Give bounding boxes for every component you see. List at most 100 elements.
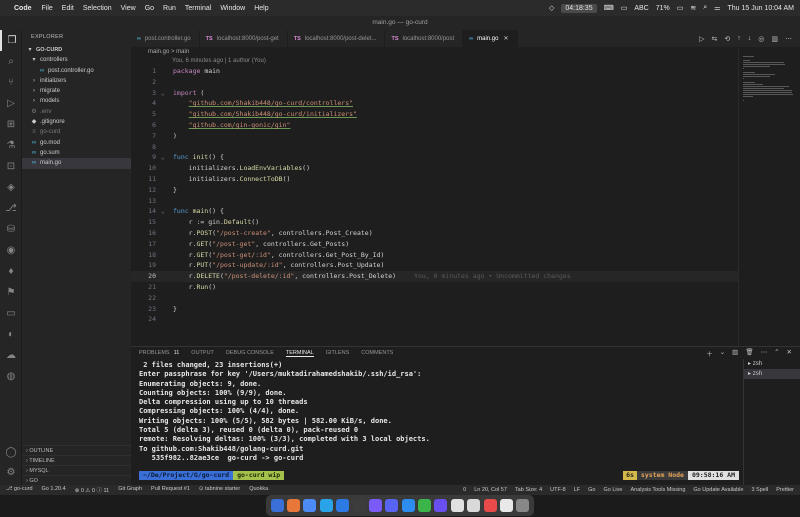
code-line[interactable]: 13 <box>131 196 738 207</box>
menu-file[interactable]: File <box>42 5 53 12</box>
minimap[interactable] <box>738 48 800 346</box>
code-line[interactable]: 8 <box>131 142 738 153</box>
status-item[interactable]: Go 1.20.4 <box>42 486 66 494</box>
tree-item[interactable]: ∞ go.sum <box>22 148 131 158</box>
tree-item[interactable]: ∞ main.go <box>22 158 131 169</box>
tree-item[interactable]: › migrate <box>22 86 131 96</box>
sidebar-section-mysql[interactable]: › MYSQL <box>22 465 131 475</box>
tree-item[interactable]: ∞ go.mod <box>22 138 131 148</box>
dock-app-icon[interactable] <box>418 499 432 512</box>
code-line[interactable]: 6 "github.com/gin-gonic/gin" <box>131 120 738 131</box>
panel-tab-output[interactable]: OUTPUT <box>191 350 214 356</box>
code-line[interactable]: 23} <box>131 304 738 315</box>
battery-level[interactable]: 71% <box>656 5 670 12</box>
status-item[interactable]: 0 <box>463 487 466 493</box>
dock-app-icon[interactable] <box>319 499 333 512</box>
menu-edit[interactable]: Edit <box>62 5 74 12</box>
fold-chevron-icon[interactable]: ⌄ <box>161 152 165 163</box>
github-icon[interactable]: ◉ <box>0 240 22 261</box>
status-item[interactable]: ⊗ 0 ⚠ 0 ⓘ 11 <box>75 486 110 494</box>
dock-app-icon[interactable] <box>368 499 382 512</box>
control-center-icon[interactable]: ⚌ <box>714 4 720 12</box>
keyboard-icon[interactable]: ⌨ <box>604 4 614 12</box>
code-line[interactable]: 22 <box>131 293 738 304</box>
source-control-icon[interactable]: ⑂ <box>0 72 22 93</box>
tree-item[interactable]: ◆ .gitignore <box>22 117 131 127</box>
sidebar-section-go[interactable]: › GO <box>22 475 131 485</box>
code-line[interactable]: 16 r.POST("/post-create", controllers.Po… <box>131 228 738 239</box>
code-line[interactable]: 14 ⌄ func main() { <box>131 206 738 217</box>
gear-icon[interactable]: ⚙ <box>0 462 22 483</box>
menu-help[interactable]: Help <box>254 5 268 12</box>
dock-app-icon[interactable] <box>483 499 497 512</box>
extensions-icon[interactable]: ⊞ <box>0 114 22 135</box>
dock-app-icon[interactable] <box>336 499 350 512</box>
testing-icon[interactable]: ⚗ <box>0 135 22 156</box>
status-item[interactable]: Go Update Available <box>693 487 743 493</box>
menu-go[interactable]: Go <box>145 5 154 12</box>
status-item[interactable]: ⎇ go-curd <box>6 486 33 494</box>
dock-app-icon[interactable] <box>434 499 448 512</box>
dock-app-icon[interactable] <box>303 499 317 512</box>
code-line[interactable]: 21 r.Run() <box>131 282 738 293</box>
code-line[interactable]: 20 r.DELETE("/post-delete/:id", controll… <box>131 271 738 283</box>
bookmark-icon[interactable]: ⚑ <box>0 282 22 303</box>
dock-app-icon[interactable] <box>499 499 513 512</box>
fold-chevron-icon[interactable]: ⌄ <box>161 88 165 99</box>
tab-localhost-8000-post-delet-[interactable]: TS localhost:8000/post-delet... <box>288 30 386 47</box>
git-icon[interactable]: ◎ <box>758 35 764 43</box>
git-graph-icon[interactable]: ⎇ <box>0 198 22 219</box>
code-line[interactable]: 3 ⌄ import ( <box>131 88 738 99</box>
breadcrumb[interactable]: main.go > main <box>148 48 189 57</box>
dock-app-icon[interactable] <box>287 499 301 512</box>
database-icon[interactable]: ⛁ <box>0 219 22 240</box>
dock-app-icon[interactable] <box>467 499 481 512</box>
status-item[interactable]: Pull Request #1 <box>151 486 190 494</box>
trash-icon[interactable]: 🗑 <box>745 348 753 358</box>
menu-selection[interactable]: Selection <box>83 5 112 12</box>
status-item[interactable]: Git Graph <box>118 486 142 494</box>
code-line[interactable]: 9 ⌄ func init() { <box>131 152 738 163</box>
code-line[interactable]: 2 <box>131 77 738 88</box>
code-line[interactable]: 5 "github.com/Shakib448/go-curd/initiali… <box>131 109 738 120</box>
fold-chevron-icon[interactable]: ⌄ <box>161 206 165 217</box>
menu-view[interactable]: View <box>121 5 136 12</box>
status-item[interactable]: LF <box>574 487 580 493</box>
tree-item[interactable]: ≡ go-curd <box>22 127 131 137</box>
wifi-icon[interactable]: ≋ <box>690 4 696 12</box>
dock-app-icon[interactable] <box>450 499 464 512</box>
mongodb-icon[interactable]: ♦ <box>0 261 22 282</box>
more-actions-icon[interactable]: ⋯ <box>785 35 792 43</box>
menu-run[interactable]: Run <box>163 5 176 12</box>
panel-tab-debug-console[interactable]: DEBUG CONSOLE <box>226 350 274 356</box>
tree-item[interactable]: › initializers <box>22 76 131 86</box>
code-line[interactable]: 1 package main <box>131 66 738 77</box>
display-icon[interactable]: ▭ <box>621 4 628 12</box>
tab-localhost-8000-post[interactable]: TS localhost:8000/post <box>385 30 464 47</box>
maximize-icon[interactable]: ⌃ <box>774 348 779 358</box>
terminal-item[interactable]: ▸ zsh <box>744 369 800 379</box>
files-icon[interactable]: ❐ <box>0 30 22 51</box>
terminal-output[interactable]: 2 files changed, 23 insertions(+) Enter p… <box>139 361 739 463</box>
search-icon[interactable]: ⌕ <box>703 4 707 12</box>
tree-item[interactable]: ⚙ .env <box>22 107 131 117</box>
terminal-item[interactable]: ▸ zsh <box>744 359 800 369</box>
tree-item[interactable]: ▾ controllers <box>22 55 131 65</box>
panel-tab-gitlens[interactable]: GITLENS <box>326 350 350 356</box>
panel-tab-terminal[interactable]: TERMINAL <box>285 350 314 357</box>
status-item[interactable]: Analysis Tools Missing <box>630 487 685 493</box>
dropbox-icon[interactable]: ◇ <box>549 4 554 12</box>
sidebar-section-timeline[interactable]: › TIMELINE <box>22 455 131 465</box>
search-icon[interactable]: ⌕ <box>0 51 22 72</box>
tree-item[interactable]: › models <box>22 96 131 106</box>
code-line[interactable]: 7) <box>131 131 738 142</box>
tab-main-go[interactable]: ∞ main.go ✕ <box>463 30 518 47</box>
menu-window[interactable]: Window <box>220 5 245 12</box>
panel-tab-comments[interactable]: COMMENTS <box>361 350 393 356</box>
run-debug-icon[interactable]: ▷ <box>0 93 22 114</box>
code-line[interactable]: 18 r.GET("/post-get/:id", controllers.Ge… <box>131 250 738 261</box>
code-line[interactable]: 4 "github.com/Shakib448/go-curd/controll… <box>131 98 738 109</box>
status-item[interactable]: 3 Spell <box>751 487 768 493</box>
remote-explorer-icon[interactable]: ⊡ <box>0 156 22 177</box>
previous-change-icon[interactable]: ↑ <box>737 35 741 42</box>
